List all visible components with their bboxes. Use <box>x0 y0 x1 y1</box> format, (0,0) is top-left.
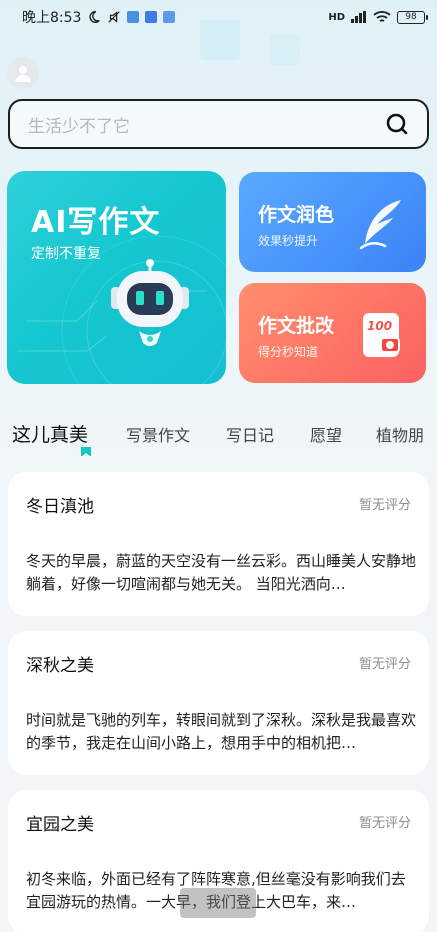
app-notification-icon <box>127 11 140 23</box>
floating-overlay <box>180 888 256 918</box>
article-title: 冬日滇池 <box>26 497 94 517</box>
battery-level: 98 <box>405 12 417 22</box>
background-decoration <box>270 35 300 65</box>
article-title: 宜园之美 <box>26 815 94 835</box>
ai-card-subtitle: 定制不重复 <box>31 246 101 262</box>
article-title: 深秋之美 <box>26 656 94 676</box>
tab-active-indicator <box>81 447 91 456</box>
article-card[interactable]: 深秋之美 暂无评分 时间就是飞驰的列车，转眼间就到了深秋。深秋是我最喜欢的季节，… <box>8 631 429 775</box>
app-notification-icon <box>145 11 158 23</box>
essay-correction-card[interactable]: 作文批改 得分秒知道 100 <box>239 283 426 383</box>
tab-plant-friend[interactable]: 植物朋 <box>376 422 424 446</box>
article-rating: 暂无评分 <box>358 816 411 831</box>
score-badge: 100 <box>367 319 393 333</box>
status-time: 晚上8:53 <box>22 10 82 26</box>
polish-card-title: 作文润色 <box>258 204 335 226</box>
search-icon[interactable] <box>385 112 409 136</box>
status-bar: 晚上8:53 HD 98 <box>0 0 437 34</box>
ai-write-card[interactable]: AI写作文 定制不重复 <box>7 171 226 384</box>
article-card[interactable]: 冬日滇池 暂无评分 冬天的早晨，蔚蓝的天空没有一丝云彩。西山睡美人安静地躺着，好… <box>8 472 429 616</box>
article-rating: 暂无评分 <box>358 498 411 513</box>
category-tabs: 这儿真美 写景作文 写日记 愿望 植物朋 <box>0 416 437 456</box>
wifi-icon <box>373 11 391 22</box>
avatar[interactable] <box>7 57 39 89</box>
camera-icon <box>380 337 400 353</box>
mute-icon <box>108 11 121 23</box>
ai-card-title: AI写作文 <box>31 205 161 240</box>
signal-icon <box>351 11 366 23</box>
article-excerpt: 冬天的早晨，蔚蓝的天空没有一丝云彩。西山睡美人安静地躺着，好像一切喧闹都与她无关… <box>26 552 416 593</box>
robot-icon <box>111 259 189 346</box>
search-placeholder: 生活少不了它 <box>28 116 130 137</box>
tab-diary[interactable]: 写日记 <box>226 422 274 446</box>
network-type: HD <box>328 11 345 23</box>
article-excerpt: 时间就是飞驰的列车，转眼间就到了深秋。深秋是我最喜欢的季节，我走在山间小路上，想… <box>26 711 416 752</box>
battery-indicator: 98 <box>397 10 428 24</box>
essay-polish-card[interactable]: 作文润色 效果秒提升 <box>239 172 426 272</box>
polish-card-subtitle: 效果秒提升 <box>258 234 319 248</box>
correction-card-title: 作文批改 <box>258 315 335 337</box>
download-icon <box>163 11 176 23</box>
search-input[interactable]: 生活少不了它 <box>8 99 429 149</box>
article-rating: 暂无评分 <box>358 657 411 672</box>
quill-icon <box>359 200 401 250</box>
tab-wish[interactable]: 愿望 <box>310 422 342 446</box>
moon-icon <box>89 11 101 23</box>
user-icon <box>15 66 31 82</box>
tab-zheer-zhenmei[interactable]: 这儿真美 <box>12 420 88 447</box>
tab-scenery-essay[interactable]: 写景作文 <box>126 422 190 446</box>
correction-card-subtitle: 得分秒知道 <box>258 345 319 359</box>
